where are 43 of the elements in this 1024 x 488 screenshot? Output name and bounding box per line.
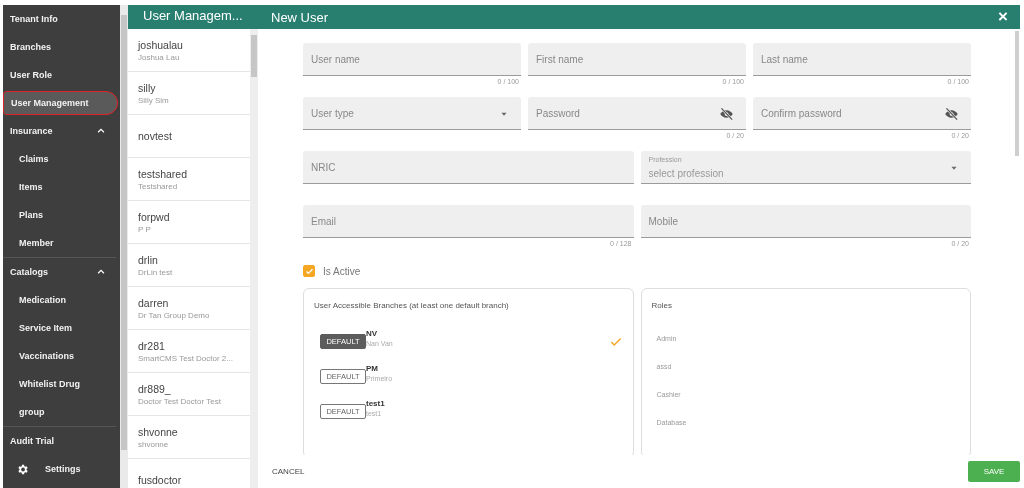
nav-item[interactable]: User Management bbox=[3, 91, 118, 115]
nav-item[interactable]: Medication bbox=[3, 286, 120, 314]
nav-item[interactable]: User Role bbox=[3, 61, 120, 89]
branch-code: PM bbox=[366, 363, 379, 373]
nav-item[interactable]: Tenant Info bbox=[3, 5, 120, 33]
settings-icon bbox=[16, 462, 29, 476]
nav-item[interactable]: Whitelist Drug bbox=[3, 370, 120, 398]
check-icon bbox=[304, 266, 314, 276]
input-field[interactable]: User name bbox=[303, 43, 521, 76]
card-title: Roles bbox=[651, 301, 673, 310]
scrollbar[interactable] bbox=[250, 29, 258, 488]
nav-item[interactable]: Member bbox=[3, 229, 120, 257]
nav-item[interactable]: Catalogs bbox=[3, 258, 120, 286]
eye-off-icon bbox=[944, 106, 959, 121]
card-title: User Accessible Branches (at least one default branch) bbox=[314, 301, 510, 310]
cancel-button[interactable]: CANCEL bbox=[266, 463, 311, 480]
scrollbar[interactable] bbox=[120, 5, 128, 488]
branch-code: test1 bbox=[366, 398, 386, 408]
input-field[interactable]: Email bbox=[303, 205, 634, 238]
nav-item[interactable]: Vaccinations bbox=[3, 342, 120, 370]
panel-title: User Managem... bbox=[128, 5, 258, 29]
checkbox[interactable] bbox=[303, 265, 315, 277]
close-button[interactable]: × bbox=[996, 8, 1010, 26]
input-field[interactable]: Password bbox=[528, 97, 746, 130]
nav-item[interactable]: Insurance bbox=[3, 117, 120, 145]
input-field[interactable]: Last name bbox=[753, 43, 971, 76]
nav-item[interactable]: Plans bbox=[3, 201, 120, 229]
input-field[interactable]: Mobile bbox=[640, 205, 971, 238]
input-field[interactable]: Confirm password bbox=[753, 97, 971, 130]
branch-code: NV bbox=[366, 328, 379, 338]
settings-link[interactable]: Settings bbox=[3, 455, 120, 483]
input-field[interactable]: First name bbox=[528, 43, 746, 76]
nav-item[interactable]: Claims bbox=[3, 145, 120, 173]
checkbox-label: Is Active bbox=[323, 265, 361, 277]
nav-item[interactable]: Audit Trial bbox=[3, 427, 120, 455]
nav-item[interactable]: Items bbox=[3, 173, 120, 201]
nav-item[interactable]: Service Item bbox=[3, 314, 120, 342]
nav-item[interactable]: Branches bbox=[3, 33, 120, 61]
dropdown-field[interactable]: User type bbox=[303, 97, 521, 130]
eye-off-icon bbox=[719, 106, 734, 121]
input-field[interactable]: NRIC bbox=[303, 151, 634, 184]
dialog-title: New User bbox=[271, 9, 329, 25]
nav-item[interactable]: group bbox=[3, 398, 120, 426]
